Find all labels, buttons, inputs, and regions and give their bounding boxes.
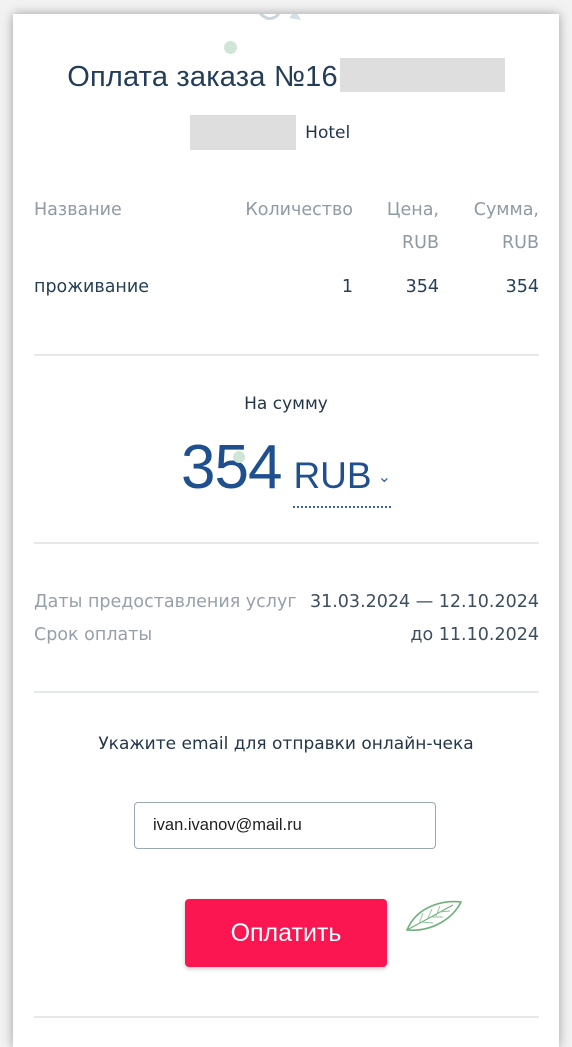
cell-quantity: 1 [341, 277, 353, 297]
total-label: На сумму [244, 394, 328, 414]
payment-card: Оплата заказа №16 Hotel Название Количес… [13, 14, 559, 1047]
cell-price: 354 [405, 277, 439, 297]
due-date-label: Срок оплаты [34, 625, 153, 645]
decorative-dot [224, 41, 237, 54]
column-header-total-line2: RUB [502, 233, 539, 253]
pay-button[interactable]: Оплатить [185, 899, 387, 967]
cell-total: 354 [505, 277, 539, 297]
redacted-order-number [339, 58, 505, 93]
decorative-top-icon [258, 14, 301, 20]
divider [34, 542, 539, 544]
currency-selector[interactable]: RUB ⌄ [293, 456, 391, 508]
column-header-total: Сумма, RUB [474, 194, 539, 260]
divider [34, 354, 539, 356]
amount-value: 354 [181, 433, 282, 502]
column-header-price-line1: Цена, [386, 200, 439, 220]
divider [34, 1016, 539, 1018]
column-header-quantity: Количество [245, 200, 353, 220]
service-dates-value: 31.03.2024 — 12.10.2024 [309, 592, 539, 612]
divider [34, 691, 539, 693]
service-dates-label: Даты предоставления услуг [34, 592, 297, 612]
column-header-price-line2: RUB [402, 233, 439, 253]
title-text: Оплата заказа №16 [67, 61, 338, 93]
hotel-name: Hotel [13, 115, 559, 150]
column-header-price: Цена, RUB [387, 194, 439, 260]
page-title: Оплата заказа №16 [13, 58, 559, 95]
email-label: Укажите email для отправки онлайн-чека [98, 734, 474, 754]
total-amount: 354 RUB ⌄ [13, 432, 559, 508]
column-header-name: Название [34, 200, 122, 220]
leaf-icon [405, 900, 463, 931]
hotel-label: Hotel [305, 122, 351, 143]
cell-name: проживание [34, 277, 150, 297]
due-date-value: до 11.10.2024 [410, 625, 539, 645]
email-input[interactable] [134, 802, 436, 849]
column-header-total-line1: Сумма, [473, 200, 539, 220]
redacted-hotel-name [189, 115, 296, 150]
currency-value: RUB [293, 455, 372, 496]
chevron-down-icon: ⌄ [377, 469, 391, 486]
decorative-dot [233, 451, 245, 463]
